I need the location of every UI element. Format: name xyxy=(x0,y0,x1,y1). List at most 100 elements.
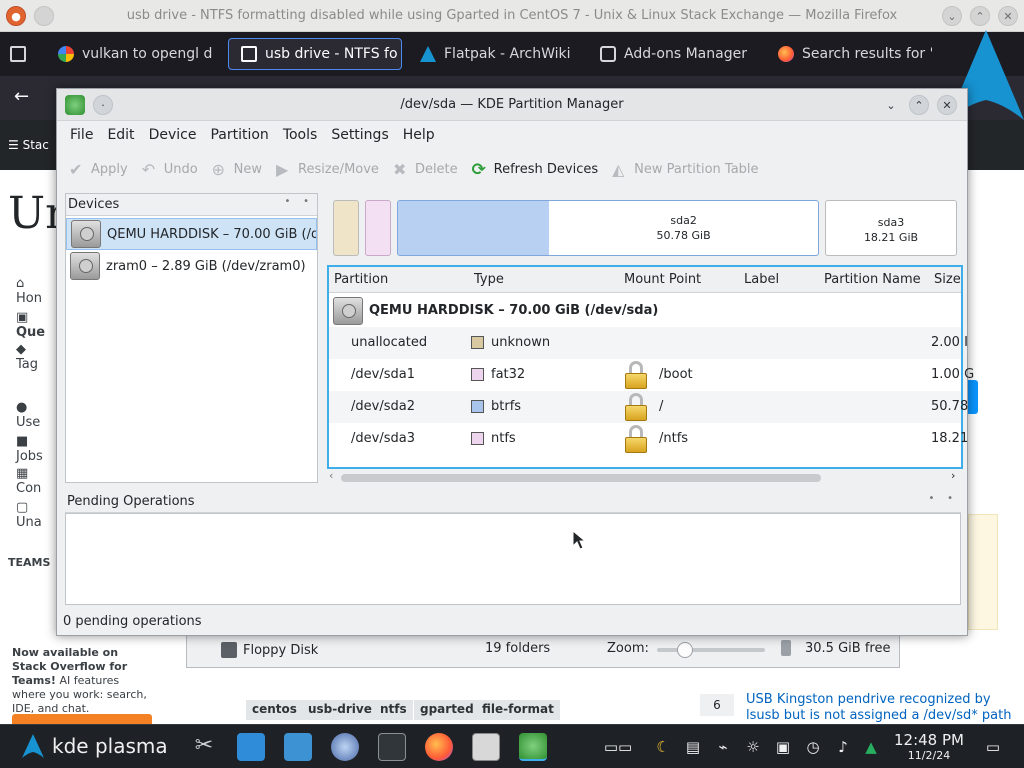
graph-segment-unallocated[interactable] xyxy=(333,200,359,256)
minimize-button[interactable]: ⌄ xyxy=(942,6,962,26)
menu-partition[interactable]: Partition xyxy=(203,127,275,143)
col-label[interactable]: Label xyxy=(744,272,779,287)
pending-operations-list xyxy=(65,513,961,605)
related-question-link[interactable]: USB Kingston pendrive recognized by lsus… xyxy=(746,692,1016,724)
tools-icon[interactable]: ✂ xyxy=(190,733,218,761)
firefox-icon[interactable] xyxy=(425,733,453,761)
col-mount-point[interactable]: Mount Point xyxy=(624,272,701,287)
sidebar-item-questions[interactable]: ▣ Que xyxy=(16,310,45,340)
close-button[interactable]: ✕ xyxy=(998,6,1018,26)
graph-segment-sda1[interactable] xyxy=(365,200,391,256)
close-button[interactable]: ✕ xyxy=(937,95,957,115)
sidebar-item-jobs[interactable]: ■ Jobs xyxy=(16,434,43,464)
device-zram0[interactable]: zram0 – 2.89 GiB (/dev/zram0) xyxy=(66,250,317,282)
terminal-icon[interactable] xyxy=(378,733,406,761)
table-row[interactable]: unallocated unknown 2.00 I xyxy=(329,327,968,359)
menu-settings[interactable]: Settings xyxy=(324,127,395,143)
storage-icon[interactable]: ▣ xyxy=(774,738,792,756)
back-arrow-icon[interactable]: ← xyxy=(14,86,29,107)
clock[interactable]: 12:48 PM 11/2/24 xyxy=(890,731,968,762)
partition-name: unallocated xyxy=(351,335,428,350)
sidebar-item-tags[interactable]: ◆ Tag xyxy=(16,342,38,372)
teams-button[interactable] xyxy=(12,714,152,724)
tag-chip[interactable]: file-format xyxy=(476,700,560,720)
dolphin-folder-icon[interactable] xyxy=(284,733,312,761)
refresh-devices-button[interactable]: ⟳ Refresh Devices xyxy=(472,160,598,180)
sidebar-item-users[interactable]: ● Use xyxy=(16,400,40,430)
tab-overview-icon[interactable] xyxy=(10,46,26,62)
scroll-left-icon[interactable]: ‹ xyxy=(329,469,333,482)
places-selector[interactable]: Floppy Disk xyxy=(221,639,461,661)
undo-button[interactable]: ↶ Undo xyxy=(142,160,198,179)
panel-float-icon[interactable]: • • xyxy=(928,493,953,504)
col-partition-name[interactable]: Partition Name xyxy=(824,272,921,287)
zoom-slider-handle[interactable] xyxy=(677,642,693,658)
resize-icon: ▶ xyxy=(276,160,289,179)
partition-graph: sda2 50.78 GiB sda3 18.21 GiB xyxy=(333,200,957,256)
arch-launcher-icon xyxy=(22,734,44,758)
system-monitor-icon[interactable] xyxy=(472,733,500,761)
apply-button[interactable]: ✔ Apply xyxy=(69,160,128,179)
devices-title: Devices xyxy=(68,197,120,212)
menu-icon[interactable]: ☰ Stac xyxy=(8,138,49,152)
horizontal-scrollbar[interactable]: ‹ › xyxy=(327,469,963,484)
notifications-off-icon[interactable]: ⌁ xyxy=(714,738,732,756)
maximize-button[interactable]: ⌃ xyxy=(909,95,929,115)
minimize-button[interactable]: ⌄ xyxy=(881,95,901,115)
undo-label: Undo xyxy=(163,161,198,177)
maximize-button[interactable]: ⌃ xyxy=(970,6,990,26)
tab-flatpak[interactable]: Flatpak - ArchWiki xyxy=(408,38,584,70)
scrollbar-thumb[interactable] xyxy=(341,474,821,482)
sidebar-item-unanswered[interactable]: ▢ Una xyxy=(16,500,42,530)
table-row[interactable]: /dev/sda1 fat32 /boot 1.00 G xyxy=(329,359,974,391)
browser-icon[interactable] xyxy=(331,733,359,761)
table-row[interactable]: /dev/sda2 btrfs / 50.78 xyxy=(329,391,968,423)
show-desktop-icon[interactable]: ▭ xyxy=(982,738,1004,756)
sidebar-item-companies[interactable]: ▦ Con xyxy=(16,466,41,496)
teams-promo: Now available on Stack Overflow for Team… xyxy=(12,646,152,716)
lock-icon xyxy=(625,425,647,453)
graph-sda3-size: 18.21 GiB xyxy=(863,231,919,244)
panel-float-icon[interactable]: • • xyxy=(284,196,309,207)
clock-icon[interactable]: ◷ xyxy=(804,738,822,756)
menu-file[interactable]: File xyxy=(63,127,100,143)
tag-chip[interactable]: ntfs xyxy=(374,700,413,720)
tag-chip[interactable]: gparted xyxy=(414,700,480,720)
resize-move-button[interactable]: ▶ Resize/Move xyxy=(276,160,379,179)
clipboard-icon[interactable]: ▤ xyxy=(684,738,702,756)
delete-button[interactable]: ✖ Delete xyxy=(393,160,458,179)
night-mode-icon[interactable]: ☾ xyxy=(654,738,672,756)
disk-row[interactable]: QEMU HARDDISK – 70.00 GiB (/dev/sda) xyxy=(329,295,961,327)
tab-search[interactable]: Search results for ' xyxy=(766,38,932,70)
menu-tools[interactable]: Tools xyxy=(276,127,325,143)
graph-segment-sda2[interactable]: sda2 50.78 GiB xyxy=(397,200,819,256)
col-size[interactable]: Size xyxy=(934,272,961,287)
tab-usb-drive[interactable]: usb drive - NTFS fo xyxy=(228,38,402,70)
tag-chip[interactable]: centos xyxy=(246,700,303,720)
col-partition[interactable]: Partition xyxy=(334,272,388,287)
discover-store-icon[interactable] xyxy=(237,733,265,761)
tag-chip[interactable]: usb-drive xyxy=(302,700,378,720)
tab-addons[interactable]: Add-ons Manager xyxy=(588,38,764,70)
sidebar-item-home[interactable]: ⌂ Hon xyxy=(16,276,42,306)
menu-device[interactable]: Device xyxy=(142,127,204,143)
kde-window-title: /dev/sda — KDE Partition Manager xyxy=(400,97,624,112)
menu-help[interactable]: Help xyxy=(396,127,442,143)
device-qemu-harddisk[interactable]: QEMU HARDDISK – 70.00 GiB (/d... xyxy=(66,218,317,250)
brightness-icon[interactable]: ☼ xyxy=(744,738,762,756)
tab-vulkan[interactable]: vulkan to opengl d xyxy=(46,38,222,70)
graph-segment-sda3[interactable]: sda3 18.21 GiB xyxy=(825,200,957,256)
network-icon[interactable]: ▲ xyxy=(862,738,880,756)
harddisk-icon xyxy=(333,297,363,325)
volume-icon[interactable]: ♪ xyxy=(834,738,852,756)
scroll-right-icon[interactable]: › xyxy=(951,469,955,482)
col-type[interactable]: Type xyxy=(474,272,504,287)
new-button[interactable]: ⊕ New xyxy=(212,160,262,179)
table-row[interactable]: /dev/sda3 ntfs /ntfs 18.21 xyxy=(329,423,968,455)
zoom-slider[interactable] xyxy=(657,642,765,658)
virtual-desktop-pager[interactable]: ▭▭ xyxy=(598,738,638,756)
menu-edit[interactable]: Edit xyxy=(100,127,141,143)
partitionmanager-icon[interactable] xyxy=(519,733,547,761)
app-launcher[interactable]: kde plasma xyxy=(22,734,168,758)
new-partition-table-button[interactable]: ◭ New Partition Table xyxy=(612,160,758,179)
